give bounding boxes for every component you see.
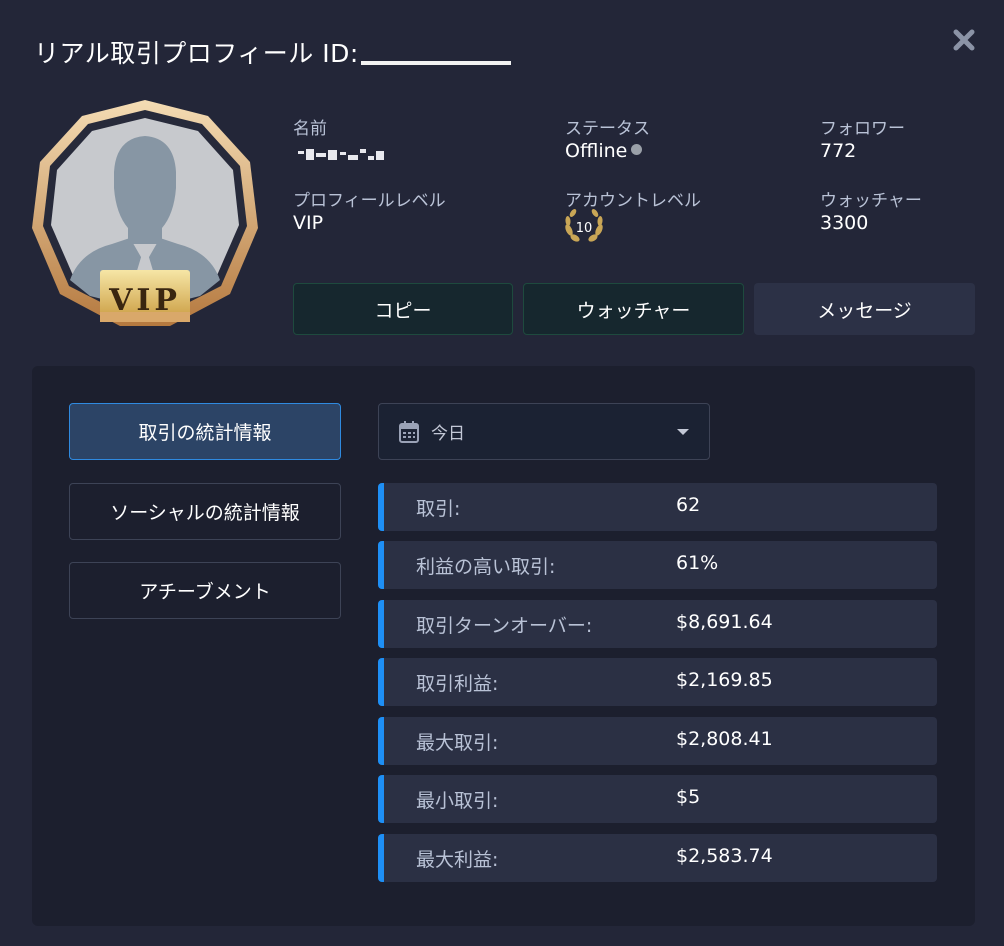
stat-label: 最小取引: <box>416 790 499 812</box>
watchers-label: ウォッチャー <box>820 191 922 211</box>
profile-level-label: プロフィールレベル <box>293 191 446 211</box>
offline-status-icon <box>631 144 643 155</box>
followers-label: フォロワー <box>820 119 905 139</box>
stat-label: 取引ターンオーバー: <box>416 615 593 637</box>
stat-label: 取引利益: <box>416 673 499 695</box>
watch-button[interactable]: ウォッチャー <box>523 283 744 335</box>
redacted-name <box>298 149 384 160</box>
stat-value: 62 <box>676 494 701 516</box>
period-select[interactable]: 今日 <box>378 403 710 460</box>
copy-button[interactable]: コピー <box>293 283 513 335</box>
tab-trading-stats[interactable]: 取引の統計情報 <box>69 403 341 460</box>
period-select-value: 今日 <box>431 424 465 444</box>
stat-value: $2,583.74 <box>676 845 773 867</box>
stat-label: 利益の高い取引: <box>416 556 556 578</box>
message-button[interactable]: メッセージ <box>754 283 975 335</box>
stat-value: $5 <box>676 786 701 808</box>
stat-value: $8,691.64 <box>676 611 773 633</box>
name-label: 名前 <box>293 119 327 139</box>
chevron-down-icon <box>677 429 689 435</box>
status-label: ステータス <box>565 119 650 139</box>
vip-badge-text: VIP <box>108 283 181 318</box>
page-title-text: リアル取引プロフィール ID: <box>34 39 359 68</box>
status-text: Offline <box>565 140 628 162</box>
status-value: Offline <box>565 140 643 162</box>
stat-row: 最小取引: $5 <box>378 775 937 823</box>
stat-row: 最大取引: $2,808.41 <box>378 717 937 765</box>
close-button[interactable] <box>950 26 978 54</box>
stat-row: 取引: 62 <box>378 483 937 531</box>
account-level-value: 10 <box>576 221 593 236</box>
stat-row: 最大利益: $2,583.74 <box>378 834 937 882</box>
tab-achievements[interactable]: アチーブメント <box>69 562 341 619</box>
vip-avatar-frame: VIP <box>32 100 258 326</box>
close-icon <box>953 29 975 51</box>
followers-count: 772 <box>820 140 857 162</box>
laurel-level-icon: 10 <box>565 209 603 242</box>
watchers-count: 3300 <box>820 212 869 234</box>
avatar: VIP <box>30 98 260 330</box>
stat-row: 利益の高い取引: 61% <box>378 541 937 589</box>
profile-level-value: VIP <box>293 212 324 234</box>
tab-social-stats[interactable]: ソーシャルの統計情報 <box>69 483 341 540</box>
stat-row: 取引利益: $2,169.85 <box>378 658 937 706</box>
stat-label: 最大利益: <box>416 849 499 871</box>
redacted-id <box>360 61 511 65</box>
stat-label: 取引: <box>416 498 461 520</box>
stat-value: 61% <box>676 552 719 574</box>
calendar-icon <box>399 420 419 443</box>
stat-value: $2,808.41 <box>676 728 773 750</box>
page-title: リアル取引プロフィール ID: <box>34 34 511 70</box>
stat-value: $2,169.85 <box>676 669 773 691</box>
stat-row: 取引ターンオーバー: $8,691.64 <box>378 600 937 648</box>
stat-label: 最大取引: <box>416 732 499 754</box>
